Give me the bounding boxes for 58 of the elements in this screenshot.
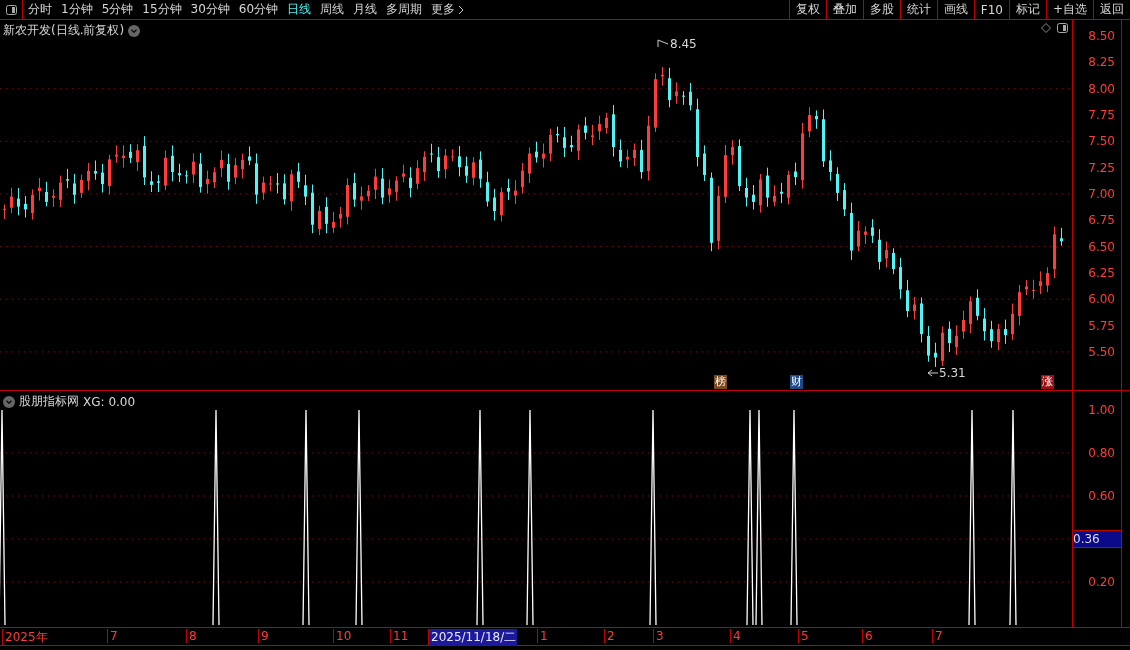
period-tab[interactable]: 更多 (431, 1, 465, 18)
indicator-tick-label: 0.20 (1088, 575, 1115, 589)
event-badge[interactable]: 榜 (714, 375, 727, 389)
date-label: 2025/11/18/二 (428, 629, 518, 646)
indicator-title: 股朋指标网 (19, 393, 79, 410)
high-price-label: 8.45 (670, 37, 697, 51)
price-tick-label: 6.25 (1088, 265, 1115, 280)
event-badge[interactable]: 涨 (1041, 375, 1054, 389)
low-price-label: 5.31 (939, 366, 966, 380)
panel-toggle-icon[interactable] (5, 4, 17, 15)
period-tab[interactable]: 60分钟 (238, 1, 279, 18)
event-badge[interactable]: 财 (790, 375, 803, 389)
indicator-tick-label: 1.00 (1088, 403, 1115, 417)
cursor-value-label: 0.36 (1073, 530, 1121, 548)
date-label: 8 (186, 629, 198, 643)
price-tick-label: 7.00 (1088, 186, 1115, 201)
date-label: 7 (107, 629, 119, 643)
price-tick-label: 6.00 (1088, 292, 1115, 307)
low-arrow-icon (927, 369, 939, 377)
period-tab[interactable]: 日线 (287, 1, 312, 18)
date-label: 7 (932, 629, 944, 643)
date-label: 9 (258, 629, 270, 643)
date-label: 1 (537, 629, 549, 643)
date-label: 3 (653, 629, 665, 643)
period-tab[interactable]: 5分钟 (101, 1, 134, 18)
period-tab[interactable]: 30分钟 (190, 1, 230, 18)
period-tab[interactable]: 1分钟 (61, 1, 93, 18)
dropdown-icon[interactable] (128, 24, 141, 37)
chart-title: 新农开发(日线.前复权) (3, 22, 125, 39)
price-tick-label: 8.25 (1088, 55, 1115, 70)
period-tab[interactable]: 月线 (353, 1, 378, 18)
period-tab[interactable]: 周线 (320, 1, 345, 18)
indicator-tick-label: 0.80 (1088, 446, 1115, 460)
chevron-right-icon (458, 4, 465, 15)
price-tick-label: 8.50 (1088, 29, 1115, 43)
period-tab[interactable]: 多周期 (386, 1, 423, 18)
period-tab[interactable]: 分时 (28, 1, 52, 18)
date-label: 2025年 (2, 629, 49, 646)
diamond-icon[interactable] (1041, 23, 1051, 33)
price-tick-label: 7.50 (1088, 134, 1115, 149)
panel-toggle-icon[interactable] (1057, 23, 1068, 33)
price-tick-label: 6.50 (1088, 239, 1115, 254)
price-tick-label: 6.75 (1088, 213, 1115, 228)
price-tick-label: 5.75 (1088, 318, 1115, 333)
indicator-reading: XG: 0.00 (83, 394, 136, 409)
date-label: 6 (862, 629, 874, 643)
price-tick-label: 5.50 (1088, 344, 1115, 359)
date-label: 10 (333, 629, 353, 643)
dropdown-icon[interactable] (3, 395, 15, 408)
date-label: 4 (730, 629, 742, 643)
price-tick-label: 7.25 (1088, 160, 1115, 175)
price-tick-label: 7.75 (1088, 107, 1115, 122)
date-label: 2 (604, 629, 616, 643)
price-tick-label: 8.00 (1088, 81, 1115, 96)
period-tab[interactable]: 15分钟 (142, 1, 182, 18)
date-label: 11 (390, 629, 410, 643)
indicator-tick-label: 0.60 (1088, 489, 1115, 503)
date-label: 5 (798, 629, 810, 643)
